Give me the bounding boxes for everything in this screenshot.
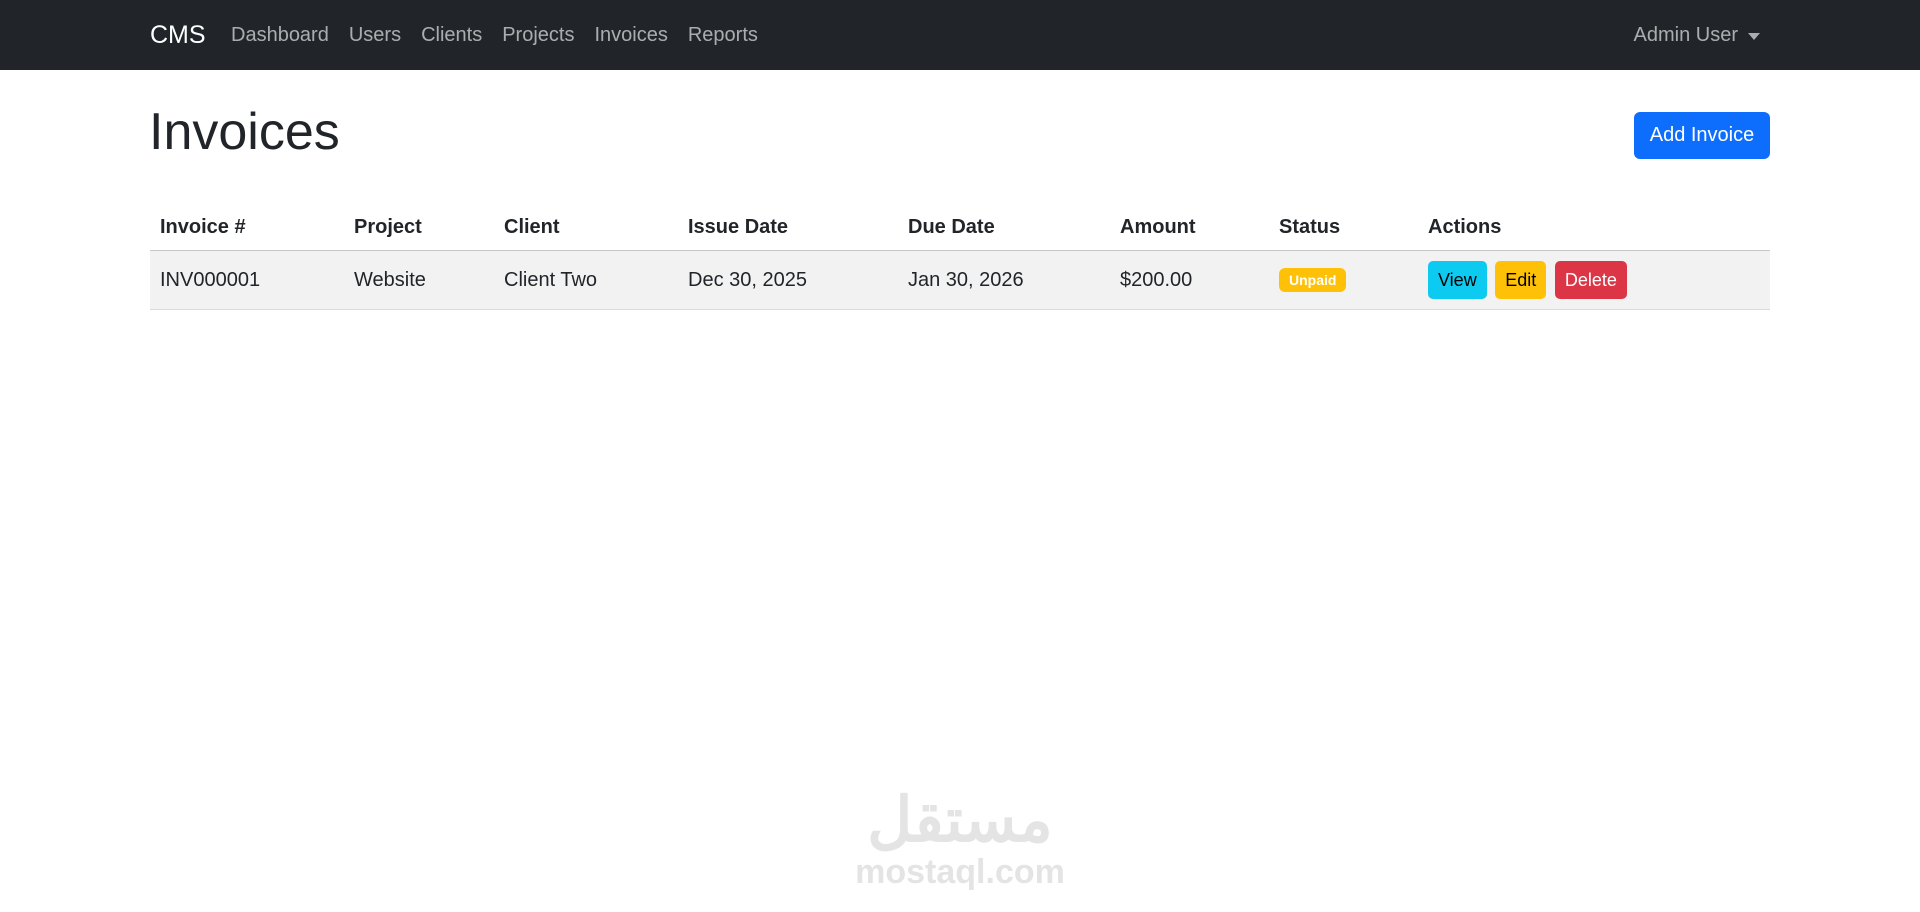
header-amount: Amount	[1110, 204, 1269, 251]
cell-project: Website	[344, 250, 494, 310]
nav-link-users[interactable]: Users	[349, 22, 401, 48]
status-badge: Unpaid	[1279, 268, 1347, 292]
nav-link-dashboard[interactable]: Dashboard	[231, 22, 329, 48]
table-header-row: Invoice # Project Client Issue Date Due …	[150, 204, 1770, 251]
user-menu-dropdown[interactable]: Admin User	[1634, 22, 1760, 48]
brand-logo[interactable]: CMS	[150, 20, 206, 50]
invoices-table-container: Invoice # Project Client Issue Date Due …	[150, 204, 1770, 310]
nav-link-invoices[interactable]: Invoices	[594, 22, 667, 48]
nav-link-clients[interactable]: Clients	[421, 22, 482, 48]
top-navbar: CMS Dashboard Users Clients Projects Inv…	[0, 0, 1920, 70]
cell-client: Client Two	[494, 250, 678, 310]
watermark-arabic: مستقل	[867, 786, 1053, 855]
cell-due-date: Jan 30, 2026	[898, 250, 1110, 310]
header-invoice-number: Invoice #	[150, 204, 344, 251]
caret-down-icon	[1748, 32, 1760, 40]
header-issue-date: Issue Date	[678, 204, 898, 251]
edit-button[interactable]: Edit	[1495, 261, 1547, 299]
nav-links: Dashboard Users Clients Projects Invoice…	[231, 22, 778, 48]
header-client: Client	[494, 204, 678, 251]
page-title: Invoices	[149, 103, 340, 161]
cell-invoice-number: INV000001	[150, 250, 344, 310]
header-due-date: Due Date	[898, 204, 1110, 251]
add-invoice-button[interactable]: Add Invoice	[1634, 112, 1770, 159]
header-actions: Actions	[1418, 204, 1770, 251]
header-project: Project	[344, 204, 494, 251]
delete-button[interactable]: Delete	[1554, 261, 1627, 299]
nav-link-reports[interactable]: Reports	[688, 22, 758, 48]
invoices-table: Invoice # Project Client Issue Date Due …	[150, 204, 1770, 310]
cell-issue-date: Dec 30, 2025	[678, 250, 898, 310]
cell-amount: $200.00	[1110, 250, 1269, 310]
view-button[interactable]: View	[1428, 261, 1487, 299]
nav-link-projects[interactable]: Projects	[502, 22, 574, 48]
user-name: Admin User	[1633, 24, 1738, 46]
cell-actions: View Edit Delete	[1418, 250, 1770, 310]
table-row: INV000001 Website Client Two Dec 30, 202…	[150, 250, 1770, 310]
watermark-logo: مستقل mostaql.com	[845, 786, 1075, 891]
watermark-latin: mostaql.com	[855, 853, 1065, 891]
cell-status: Unpaid	[1269, 250, 1418, 310]
header-status: Status	[1269, 204, 1418, 251]
